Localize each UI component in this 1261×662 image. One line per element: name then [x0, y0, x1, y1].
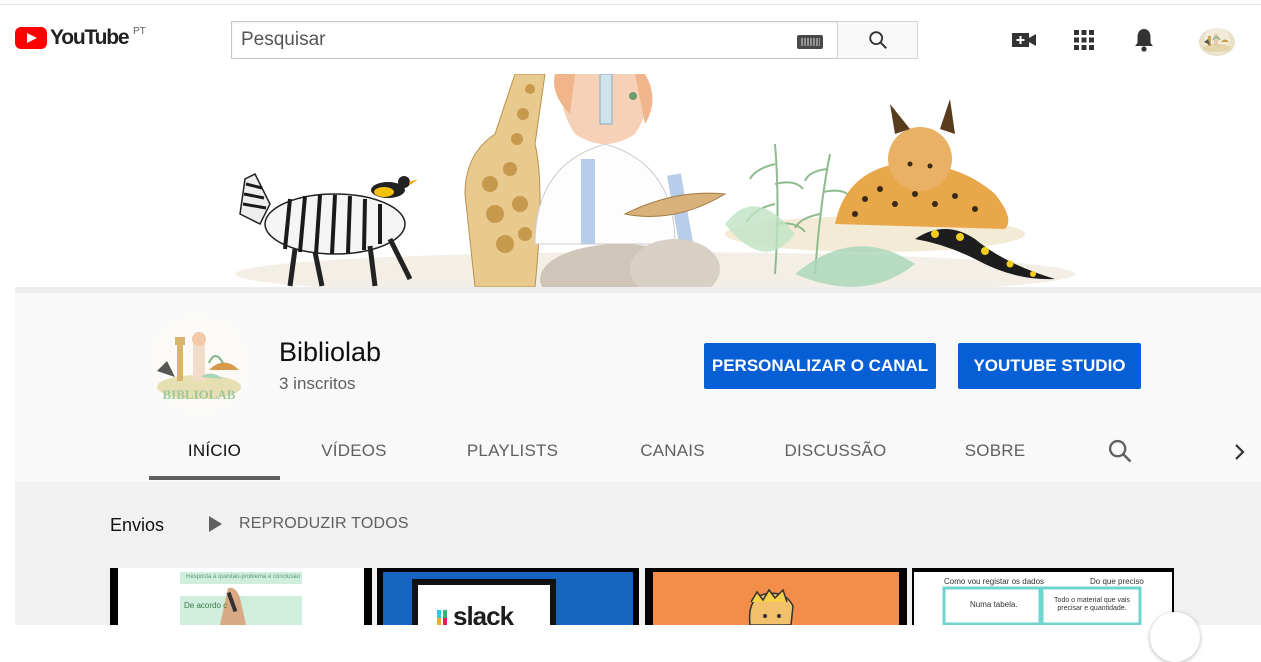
chevron-right-icon [1235, 444, 1245, 460]
tab-videos[interactable]: VÍDEOS [300, 422, 408, 480]
keyboard-icon[interactable] [797, 35, 823, 49]
thumbnail-2-text: slack [453, 601, 514, 625]
thumbnail-4-text-right: Do que preciso [1090, 577, 1144, 586]
channel-tabs: INÍCIO VÍDEOS PLAYLISTS CANAIS DISCUSSÃO… [15, 422, 1261, 482]
notifications-button[interactable] [1130, 26, 1158, 54]
video-thumbnail-2[interactable]: slack [377, 568, 639, 625]
top-border [0, 0, 1261, 5]
search-box [231, 21, 837, 59]
create-video-icon [1012, 33, 1036, 47]
video-thumbnail-4[interactable]: Como vou registar os dados Do que precis… [912, 568, 1174, 625]
thumbnail-4-cell-1: Numa tabela. [970, 600, 1018, 609]
lynx [835, 99, 1009, 229]
video-thumbnail-1[interactable]: Resposta à questão-problema e conclusão … [110, 568, 372, 625]
country-code: PT [133, 26, 146, 37]
search-input[interactable] [241, 29, 781, 51]
logo-text: YouTube [50, 26, 130, 49]
channel-avatar: BIBLIOLAB [149, 315, 249, 415]
video-thumbnail-3[interactable] [645, 568, 907, 625]
account-avatar[interactable] [1199, 28, 1235, 56]
tab-home[interactable]: INÍCIO [149, 422, 280, 480]
bird [371, 176, 418, 198]
active-tab-indicator [149, 476, 280, 480]
customize-channel-button[interactable]: PERSONALIZAR O CANAL [704, 343, 936, 389]
youtube-studio-button[interactable]: YOUTUBE STUDIO [958, 343, 1141, 389]
channel-avatar-lettering: BIBLIOLAB [163, 387, 236, 402]
channel-search-button[interactable] [1106, 437, 1136, 467]
channel-name: Bibliolab [279, 337, 382, 367]
search-icon [1108, 439, 1132, 463]
girl [534, 74, 727, 245]
search-icon [868, 31, 887, 49]
masthead: YouTube PT [0, 6, 1261, 74]
apps-grid-icon [1074, 30, 1094, 50]
thumbnail-4-text-left: Como vou registar os dados [944, 577, 1045, 586]
play-all-label: REPRODUZIR TODOS [239, 515, 409, 532]
youtube-logo[interactable]: YouTube PT [15, 26, 146, 50]
tab-playlists[interactable]: PLAYLISTS [448, 422, 577, 480]
play-all-button[interactable]: REPRODUZIR TODOS [206, 514, 409, 534]
youtube-play-logo-icon [15, 27, 47, 49]
thumbnail-1-text-top: Resposta à questão-problema e conclusão [186, 574, 301, 580]
thumbnail-1-text-box: De acordo c [184, 601, 228, 610]
banner-illustration [235, 74, 1075, 287]
thumbnail-4-cell-2: Todo o material que vais precisar e quan… [1054, 597, 1130, 612]
channel-avatar-art: BIBLIOLAB [157, 332, 241, 402]
thumbnail-3-art [653, 572, 899, 625]
tab-discussion[interactable]: DISCUSSÃO [767, 422, 904, 480]
header-divider [15, 287, 1261, 293]
notifications-bell-icon [1135, 29, 1153, 52]
tabs-next-button[interactable] [1228, 440, 1252, 464]
search-bar [231, 21, 918, 59]
tab-about[interactable]: SOBRE [945, 422, 1045, 480]
create-video-button[interactable] [1010, 26, 1038, 54]
search-button[interactable] [837, 21, 918, 59]
tab-channels[interactable]: CANAIS [619, 422, 726, 480]
channel-banner [15, 74, 1261, 287]
shelf-next-button[interactable] [1150, 612, 1200, 662]
giraffe [464, 74, 546, 287]
account-avatar-art-icon [1203, 34, 1231, 52]
apps-button[interactable] [1070, 26, 1098, 54]
subscriber-count: 3 inscritos [279, 374, 356, 393]
play-icon [209, 516, 222, 532]
uploads-section-title[interactable]: Envios [110, 515, 164, 536]
